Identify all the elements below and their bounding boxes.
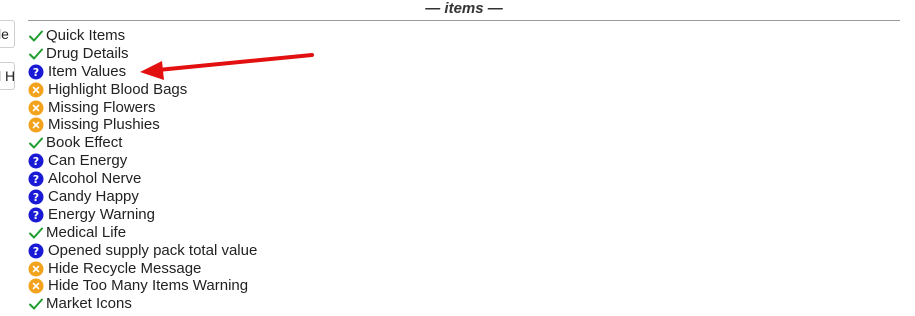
list-item[interactable]: Missing Flowers [28,99,257,117]
x-circle-icon[interactable] [28,117,44,133]
list-item[interactable]: ? Item Values [28,63,257,81]
list-item[interactable]: ? Alcohol Nerve [28,170,257,188]
x-circle-icon[interactable] [28,82,44,98]
list-item[interactable]: ? Candy Happy [28,188,257,206]
x-circle-icon[interactable] [28,100,44,116]
item-label: Drug Details [46,44,129,62]
list-item[interactable]: Medical Life [28,224,257,242]
x-circle-icon[interactable] [28,278,44,294]
item-label: Opened supply pack total value [48,241,258,259]
item-label: Quick Items [46,26,126,44]
check-icon[interactable] [28,46,44,62]
item-label: Hide Too Many Items Warning [48,277,249,295]
list-item[interactable]: Book Effect [28,134,257,152]
question-icon[interactable]: ? [28,171,44,187]
question-icon[interactable]: ? [28,153,44,169]
item-label: Energy Warning [48,205,155,223]
list-item[interactable]: Hide Recycle Message [28,260,257,278]
item-label: Missing Plushies [48,116,160,134]
item-label: Alcohol Nerve [48,170,142,188]
section-title: — items — [425,0,503,17]
left-panel-tab-2[interactable]: l H [0,62,15,90]
svg-text:?: ? [33,155,39,168]
svg-text:?: ? [33,245,39,258]
list-item[interactable]: ? Can Energy [28,152,257,170]
left-panel-fragment: le l H [0,0,15,316]
svg-text:?: ? [33,66,39,79]
item-label: Market Icons [46,295,132,313]
check-icon[interactable] [28,225,44,241]
question-icon[interactable]: ? [28,243,44,259]
x-circle-icon[interactable] [28,261,44,277]
check-icon[interactable] [28,296,44,312]
list-item[interactable]: Highlight Blood Bags [28,81,257,99]
list-item[interactable]: Quick Items [28,27,257,45]
item-label: Medical Life [46,223,127,241]
item-label: Can Energy [48,152,128,170]
section-header: — items — [28,0,900,21]
list-item[interactable]: ? Energy Warning [28,206,257,224]
question-icon[interactable]: ? [28,64,44,80]
check-icon[interactable] [28,135,44,151]
question-icon[interactable]: ? [28,189,44,205]
list-item[interactable]: Missing Plushies [28,116,257,134]
svg-text:?: ? [33,191,39,204]
svg-text:?: ? [33,173,39,186]
list-item[interactable]: ? Opened supply pack total value [28,242,257,260]
item-label: Missing Flowers [48,98,156,116]
item-label: Item Values [48,62,127,80]
item-label: Hide Recycle Message [48,259,202,277]
left-panel-tab-1-label: le [0,26,9,42]
svg-text:?: ? [33,209,39,222]
list-item[interactable]: Hide Too Many Items Warning [28,277,257,295]
list-item[interactable]: Market Icons [28,295,257,313]
items-list: Quick Items Drug Details? Item Values Highl… [28,27,257,313]
check-icon[interactable] [28,28,44,44]
left-panel-tab-2-label: l H [0,68,15,84]
item-label: Candy Happy [48,187,139,205]
question-icon[interactable]: ? [28,207,44,223]
list-item[interactable]: Drug Details [28,45,257,63]
item-label: Book Effect [46,134,123,152]
item-label: Highlight Blood Bags [48,80,188,98]
left-panel-tab-1[interactable]: le [0,20,15,48]
items-settings-page: le l H — items — Quick ItemsDrug Details… [0,0,915,316]
